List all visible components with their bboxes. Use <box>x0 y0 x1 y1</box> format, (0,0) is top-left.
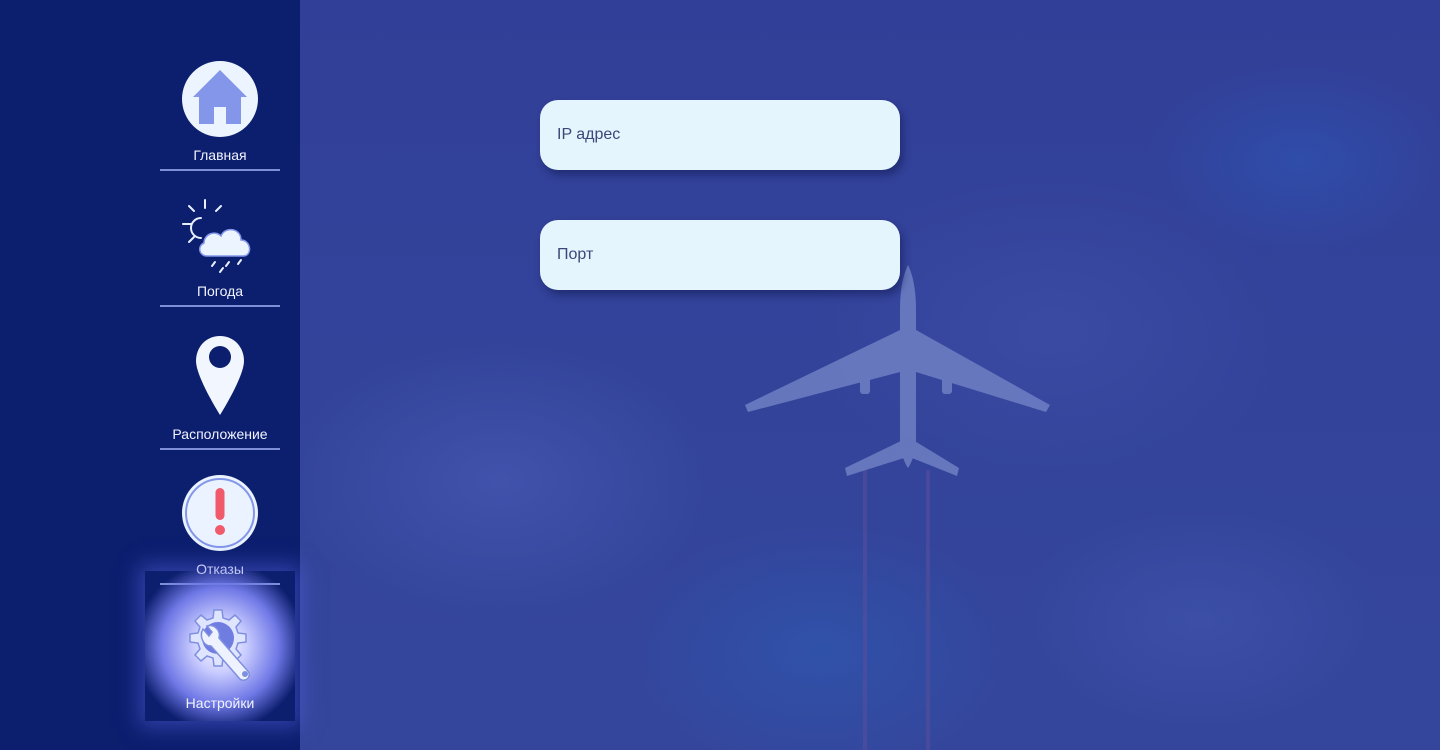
weather-icon <box>179 198 261 279</box>
sidebar-item-location[interactable]: Расположение <box>160 335 280 450</box>
sidebar-item-weather[interactable]: Погода <box>160 198 280 307</box>
sidebar-item-settings[interactable]: Настройки <box>160 608 280 717</box>
app-window: Главная Погода Расположение Отказы Настр… <box>0 0 1440 750</box>
settings-wrench-gear-icon <box>179 608 261 691</box>
sidebar-nav: Главная Погода Расположение Отказы Настр… <box>0 0 300 750</box>
sidebar-item-alerts[interactable]: Отказы <box>160 474 280 585</box>
sidebar-item-label: Настройки <box>185 695 255 711</box>
sidebar-item-label: Погода <box>196 283 244 299</box>
location-pin-icon <box>195 335 245 422</box>
port-field[interactable] <box>540 220 900 290</box>
sidebar-item-label: Главная <box>193 147 247 163</box>
home-icon <box>181 60 259 143</box>
ip-address-field[interactable] <box>540 100 900 170</box>
sidebar-item-home[interactable]: Главная <box>160 60 280 171</box>
alert-icon <box>181 474 259 557</box>
port-input[interactable] <box>555 245 889 265</box>
sidebar-item-label: Расположение <box>172 426 268 442</box>
ip-address-input[interactable] <box>555 125 889 145</box>
